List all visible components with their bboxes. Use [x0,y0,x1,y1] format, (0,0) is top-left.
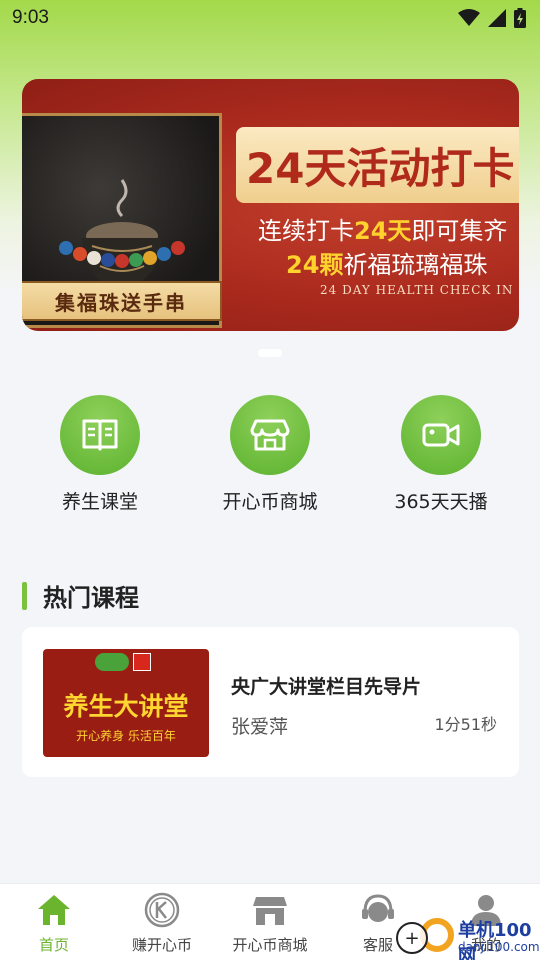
home-icon [0,890,108,930]
status-time: 9:03 [12,7,49,28]
signal-icon [488,9,506,27]
banner-text: 即可集齐 [411,217,508,245]
tab-home[interactable]: 首页 [0,890,108,955]
course-author: 张爱萍 [231,716,289,738]
section-title: 热门课程 [43,584,139,612]
banner-highlight: 24颗 [286,251,344,279]
book-icon [60,395,140,475]
banner-title: 24天活动打卡 [236,127,519,203]
course-card[interactable]: 养生大讲堂 开心养身 乐活百年 央广大讲堂栏目先导片 张爱萍 1分51秒 [22,627,519,777]
promo-banner[interactable]: 集福珠送手串 24天活动打卡 连续打卡24天即可集齐 24颗祈福琉璃福珠 24 … [22,79,519,331]
video-camera-icon [401,395,481,475]
banner-page-indicator [258,349,282,357]
watermark-url: danji100.com [458,940,540,954]
quick-item-health-class[interactable]: 养生课堂 [25,395,175,514]
quick-item-daily-broadcast[interactable]: 365天天播 [366,395,516,514]
coin-icon [108,890,216,930]
store-icon [216,890,324,930]
course-thumbnail: 养生大讲堂 开心养身 乐活百年 [43,649,209,757]
plus-icon: + [396,922,428,954]
banner-subtitle-2: 24颗祈福琉璃福珠 [286,245,487,280]
section-accent-bar [22,581,27,610]
quick-item-label: 365天天播 [394,491,488,513]
section-header-hot-courses: 热门课程 [22,578,139,613]
tab-label: 赚开心币 [131,936,192,954]
banner-english-text: 24 DAY HEALTH CHECK IN [320,283,514,297]
course-duration: 1分51秒 [434,715,497,734]
thumbnail-logo-badge [133,653,151,671]
quick-item-label: 开心币商城 [222,491,318,513]
banner-text: 连续打卡 [258,217,354,245]
tab-earn-coins[interactable]: 赚开心币 [108,890,216,955]
quick-item-coin-mall[interactable]: 开心币商城 [195,395,345,514]
tab-label: 开心币商城 [232,936,308,954]
quick-item-label: 养生课堂 [61,491,138,513]
thumbnail-subtitle: 开心养身 乐活百年 [76,729,176,743]
battery-icon [514,8,526,28]
course-title: 央广大讲堂栏目先导片 [231,676,422,698]
banner-highlight: 24天 [354,217,412,245]
shop-icon [230,395,310,475]
thumbnail-title: 养生大讲堂 [63,692,189,721]
tab-coin-store[interactable]: 开心币商城 [216,890,324,955]
banner-text: 祈福琉璃福珠 [343,251,488,279]
wifi-icon [458,9,480,26]
quick-menu: 养生课堂 开心币商城 365天天播 [0,395,540,515]
status-icons [458,8,526,28]
banner-subtitle-1: 连续打卡24天即可集齐 [258,211,507,246]
tab-label: 首页 [38,936,69,954]
status-bar: 9:03 [0,0,540,36]
site-watermark: + 单机100网 danji100.com [390,912,540,960]
banner-tag: 集福珠送手串 [22,281,222,321]
thumbnail-logo [95,653,129,671]
